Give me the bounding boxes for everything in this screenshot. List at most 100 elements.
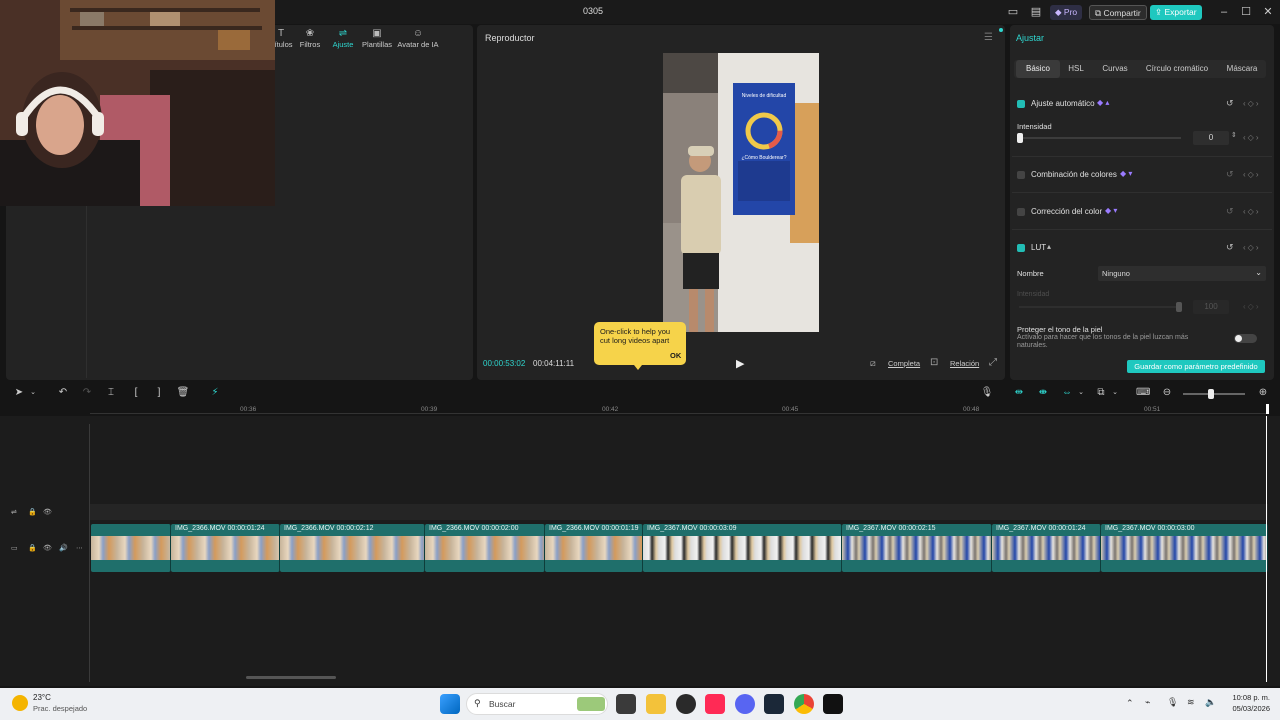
tooltip-ok-button[interactable]: OK — [670, 351, 681, 360]
play-icon[interactable]: ▶ — [736, 357, 744, 370]
maximize-icon[interactable]: ☐ — [1237, 4, 1255, 20]
network-icon[interactable]: ⌁ — [1145, 697, 1150, 708]
speaker-icon[interactable]: 🔈 — [1205, 697, 1216, 708]
tiktok-icon[interactable] — [705, 694, 725, 714]
more-icon[interactable]: ⋯ — [76, 544, 83, 552]
zoom-in-icon[interactable]: ⊕ — [1256, 386, 1270, 400]
lut-intensity-knob[interactable] — [1176, 302, 1182, 312]
lock-icon[interactable]: 🔒 — [28, 508, 37, 516]
layout-icon[interactable]: ▭ — [1004, 4, 1022, 20]
tab-filters[interactable]: ❀ Filtros — [297, 28, 323, 49]
keyframe-icon[interactable]: ‹◇› — [1243, 133, 1260, 142]
cover-icon[interactable]: ▭ — [11, 544, 18, 552]
windows-start-icon[interactable] — [440, 694, 460, 714]
tab-adjust[interactable]: ⇌ Ajuste — [330, 28, 356, 49]
clock-date[interactable]: 05/03/2026 — [1226, 704, 1270, 713]
keyframe-icon[interactable]: ‹◇› — [1243, 302, 1260, 311]
lut-checkbox[interactable] — [1017, 244, 1025, 252]
steam-icon[interactable] — [764, 694, 784, 714]
intensity-slider-knob[interactable] — [1017, 133, 1023, 143]
color-correction-checkbox[interactable] — [1017, 208, 1025, 216]
reset-icon[interactable]: ↺ — [1226, 242, 1234, 253]
weather-icon[interactable] — [12, 695, 28, 711]
chrome-icon[interactable] — [794, 694, 814, 714]
tab-templates[interactable]: ▣ Plantillas — [360, 28, 394, 49]
menu-icon[interactable]: ▤ — [1027, 4, 1045, 20]
clock-time[interactable]: 10:08 p. m. — [1226, 693, 1270, 702]
tab-ai-avatar[interactable]: ☺ Avatar de IA — [397, 28, 439, 49]
player-menu-icon[interactable]: ☰ — [984, 32, 993, 43]
crop-icon[interactable]: ⧄ — [870, 358, 876, 369]
subtab-basic[interactable]: Básico — [1016, 60, 1060, 78]
chevron-down-icon[interactable]: ⌄ — [1108, 386, 1122, 400]
video-clip[interactable]: IMG_2367.MOV 00:00:02:15 — [842, 524, 992, 572]
undo-icon[interactable]: ↶ — [56, 386, 70, 400]
subtab-mask[interactable]: Máscara — [1220, 60, 1264, 78]
preview-axis-icon[interactable]: ⧉ — [1094, 386, 1108, 400]
reset-icon[interactable]: ↺ — [1226, 169, 1234, 180]
close-icon[interactable]: ✕ — [1259, 4, 1277, 20]
keyframe-icon[interactable]: ‹◇› — [1243, 99, 1260, 108]
skin-tone-toggle[interactable] — [1234, 334, 1257, 343]
export-button[interactable]: ⇪ Exportar — [1150, 5, 1202, 20]
caption-icon[interactable]: ⌨ — [1136, 386, 1150, 400]
fullscreen-icon[interactable]: ⤢ — [989, 357, 997, 368]
video-clip[interactable]: IMG_2367.MOV 00:00:03:09 — [643, 524, 842, 572]
lock-icon[interactable]: 🔒 — [28, 544, 37, 552]
trim-left-icon[interactable]: [ — [129, 386, 143, 400]
subtab-color-wheel[interactable]: Círculo cromático — [1140, 60, 1214, 78]
ratio-button[interactable]: Relación — [950, 359, 979, 368]
taskbar-search[interactable]: ⚲ Buscar — [466, 693, 608, 715]
reset-icon[interactable]: ↺ — [1226, 206, 1234, 217]
magic-cut-icon[interactable]: ⚡ — [208, 386, 222, 400]
file-explorer-icon[interactable] — [646, 694, 666, 714]
video-clip[interactable]: IMG_2366.MOV 00:00:01:19 — [545, 524, 643, 572]
delete-icon[interactable]: 🗑 — [176, 386, 190, 400]
video-clip[interactable]: IMG_2367.MOV 00:00:03:00 — [1101, 524, 1268, 572]
pro-button[interactable]: ◆ Pro — [1050, 5, 1083, 20]
lut-intensity-input[interactable]: 100 — [1193, 300, 1229, 314]
microphone-tray-icon[interactable]: 🎙 — [1167, 697, 1178, 708]
video-clip[interactable] — [91, 524, 171, 572]
lut-intensity-slider[interactable] — [1019, 306, 1181, 308]
link-main-track-icon[interactable]: ⇹ — [1012, 386, 1026, 400]
volume-icon[interactable]: 🔊 — [59, 544, 68, 552]
stepper-icon[interactable]: ⇕ — [1231, 131, 1237, 139]
reset-icon[interactable]: ↺ — [1226, 98, 1234, 109]
keyframe-icon[interactable]: ‹◇› — [1243, 170, 1260, 179]
full-button[interactable]: Completa — [888, 359, 920, 368]
split-icon[interactable]: ⌶ — [104, 386, 118, 400]
magnet-icon[interactable]: ⇼ — [1036, 386, 1050, 400]
keyframe-icon[interactable]: ‹◇› — [1243, 207, 1260, 216]
video-preview[interactable]: Niveles de dificultad ¿Cómo Boulderear? — [663, 53, 819, 332]
link-icon[interactable]: ⇔ — [1060, 386, 1074, 400]
zoom-out-icon[interactable]: ⊖ — [1160, 386, 1174, 400]
video-clip[interactable]: IMG_2367.MOV 00:00:01:24 — [992, 524, 1101, 572]
horizontal-scrollbar[interactable] — [246, 676, 336, 679]
collapse-icon[interactable]: ▴ — [1047, 242, 1051, 251]
save-preset-button[interactable]: Guardar como parámetro predefinido — [1127, 360, 1265, 373]
microphone-icon[interactable]: 🎙 — [980, 386, 994, 400]
subtab-hsl[interactable]: HSL — [1062, 60, 1090, 78]
screenshot-icon[interactable]: ⊡ — [930, 357, 938, 368]
share-button[interactable]: ⧉ Compartir — [1089, 5, 1147, 20]
playhead[interactable] — [1266, 404, 1269, 414]
keyframe-icon[interactable]: ‹◇› — [1243, 243, 1260, 252]
task-view-icon[interactable] — [616, 694, 636, 714]
auto-adjust-checkbox[interactable] — [1017, 100, 1025, 108]
chevron-up-icon[interactable]: ⌃ — [1126, 698, 1134, 709]
subtab-curves[interactable]: Curvas — [1096, 60, 1134, 78]
video-clip[interactable]: IMG_2366.MOV 00:00:02:12 — [280, 524, 425, 572]
trim-right-icon[interactable]: ] — [152, 386, 166, 400]
app-icon[interactable] — [676, 694, 696, 714]
weather-temp[interactable]: 23°C — [33, 693, 51, 702]
capcut-icon[interactable] — [823, 694, 843, 714]
zoom-slider-knob[interactable] — [1208, 389, 1214, 399]
zoom-slider[interactable] — [1183, 393, 1245, 395]
eye-icon[interactable]: 👁 — [43, 544, 52, 552]
discord-icon[interactable] — [735, 694, 755, 714]
redo-icon[interactable]: ↷ — [80, 386, 94, 400]
color-match-checkbox[interactable] — [1017, 171, 1025, 179]
video-clip[interactable]: IMG_2366.MOV 00:00:01:24 — [171, 524, 280, 572]
intensity-input[interactable]: 0 — [1193, 131, 1229, 145]
